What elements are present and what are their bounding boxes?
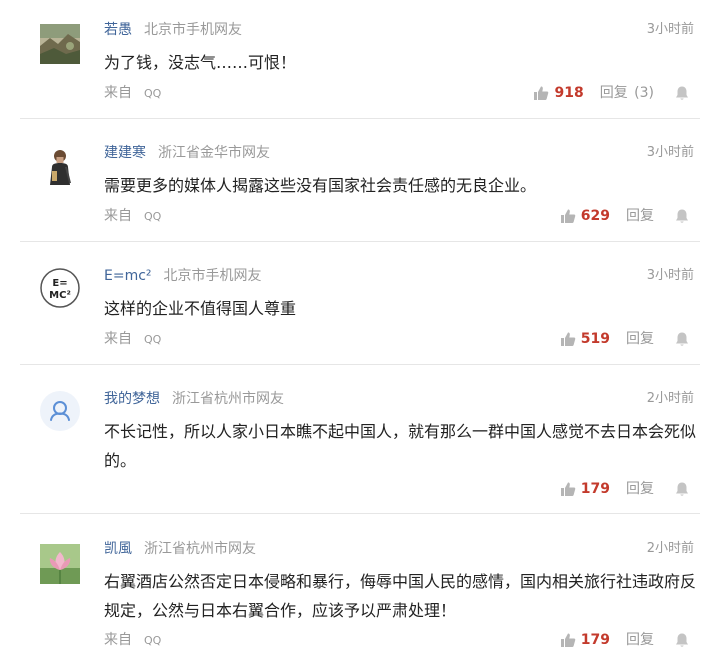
reply-button[interactable]: 回复 <box>626 206 654 226</box>
username[interactable]: 凯風 <box>104 541 132 557</box>
comment-text: 右翼酒店公然否定日本侵略和暴行，侮辱中国人民的感情，国内相关旅行社违政府反规定，… <box>104 572 697 620</box>
source-label: 来自 <box>104 85 132 101</box>
comment-text: 需要更多的媒体人揭露这些没有国家社会责任感的无良企业。 <box>104 176 537 195</box>
source-app: QQ <box>144 87 162 100</box>
lotus-photo-icon <box>40 544 80 584</box>
like-count: 179 <box>580 632 610 648</box>
like-count: 918 <box>554 85 584 101</box>
report-button[interactable] <box>674 331 690 347</box>
like-count: 519 <box>580 331 610 347</box>
bell-icon <box>676 332 688 346</box>
reply-count: (3) <box>634 85 654 101</box>
user-location: 浙江省杭州市网友 <box>172 391 284 407</box>
thumbs-up-icon <box>560 332 576 346</box>
like-count: 629 <box>580 208 610 224</box>
comment-time: 2小时前 <box>646 391 694 406</box>
user-location: 北京市手机网友 <box>144 22 242 38</box>
comment-time: 3小时前 <box>646 145 694 160</box>
comment-time: 2小时前 <box>646 541 694 556</box>
bell-icon <box>676 633 688 647</box>
report-button[interactable] <box>674 85 690 101</box>
reply-button[interactable]: 回复 (3) <box>600 83 654 103</box>
username[interactable]: 若愚 <box>104 22 132 38</box>
like-button[interactable]: 519 <box>560 329 610 349</box>
user-avatar[interactable] <box>40 24 80 64</box>
user-location: 浙江省杭州市网友 <box>144 541 256 557</box>
source-label: 来自 <box>104 208 132 224</box>
user-location: 北京市手机网友 <box>163 268 262 284</box>
user-location: 浙江省金华市网友 <box>158 145 270 161</box>
comment-item: 凯風 浙江省杭州市网友 2小时前 右翼酒店公然否定日本侵略和暴行，侮辱中国人民的感… <box>0 514 720 665</box>
comment-source: 来自 QQ <box>104 206 161 227</box>
source-app: QQ <box>144 333 162 346</box>
source-label: 来自 <box>104 331 132 347</box>
avatar-text-top: E= <box>52 278 67 289</box>
like-button[interactable]: 629 <box>560 206 610 226</box>
report-button[interactable] <box>674 208 690 224</box>
person-photo-icon <box>40 145 80 185</box>
source-app: QQ <box>144 210 162 223</box>
bell-icon <box>676 209 688 223</box>
comment-item: 建建寒 浙江省金华市网友 3小时前 需要更多的媒体人揭露这些没有国家社会责任感的无… <box>0 119 720 241</box>
like-button[interactable]: 179 <box>560 630 610 650</box>
reply-button[interactable]: 回复 <box>626 479 654 499</box>
thumbs-up-icon <box>534 86 549 100</box>
comment-time: 3小时前 <box>646 268 694 283</box>
source-label: 来自 <box>104 632 132 648</box>
like-count: 179 <box>580 481 610 497</box>
emc2-avatar-icon: E= MC² <box>40 268 80 308</box>
comment-text: 为了钱，没志气……可恨！ <box>104 53 297 72</box>
thumbs-up-icon <box>560 482 576 496</box>
like-button[interactable]: 918 <box>533 83 584 103</box>
user-avatar[interactable] <box>40 391 80 431</box>
user-avatar[interactable] <box>40 145 80 185</box>
like-button[interactable]: 179 <box>560 479 610 499</box>
user-avatar[interactable] <box>40 544 80 584</box>
comment-source <box>104 479 116 500</box>
reply-label: 回复 <box>599 85 628 101</box>
reply-button[interactable]: 回复 <box>626 329 654 349</box>
comment-list: 若愚 北京市手机网友 3小时前 为了钱，没志气……可恨！ 来自 QQ 918 回复 … <box>0 0 720 665</box>
bell-icon <box>676 86 688 100</box>
username[interactable]: 建建寒 <box>104 145 146 161</box>
comment-text: 不长记性，所以人家小日本瞧不起中国人，就有那么一群中国人感觉不去日本会死似的。 <box>104 422 697 470</box>
comment-source: 来自 QQ <box>104 83 161 104</box>
comment-text: 这样的企业不值得国人尊重 <box>104 299 297 318</box>
source-app: QQ <box>144 634 162 647</box>
thumbs-up-icon <box>560 209 576 223</box>
comment-source: 来自 QQ <box>104 329 161 350</box>
comment-time: 3小时前 <box>646 22 694 37</box>
comment-item: E= MC² E=mc² 北京市手机网友 3小时前 这样的企业不值得国人尊重 来自… <box>0 242 720 364</box>
report-button[interactable] <box>674 632 690 648</box>
avatar-text-bottom: MC² <box>49 290 71 301</box>
comment-item: 我的梦想 浙江省杭州市网友 2小时前 不长记性，所以人家小日本瞧不起中国人，就有那… <box>0 365 720 513</box>
bell-icon <box>676 482 688 496</box>
report-button[interactable] <box>674 481 690 497</box>
default-user-icon <box>40 391 80 431</box>
user-avatar[interactable]: E= MC² <box>40 268 80 308</box>
username[interactable]: 我的梦想 <box>104 391 160 407</box>
reply-button[interactable]: 回复 <box>626 630 654 650</box>
comment-source: 来自 QQ <box>104 630 161 651</box>
landscape-photo-icon <box>40 24 80 64</box>
username[interactable]: E=mc² <box>104 268 152 284</box>
comment-item: 若愚 北京市手机网友 3小时前 为了钱，没志气……可恨！ 来自 QQ 918 回复 … <box>0 0 720 118</box>
thumbs-up-icon <box>560 633 576 647</box>
